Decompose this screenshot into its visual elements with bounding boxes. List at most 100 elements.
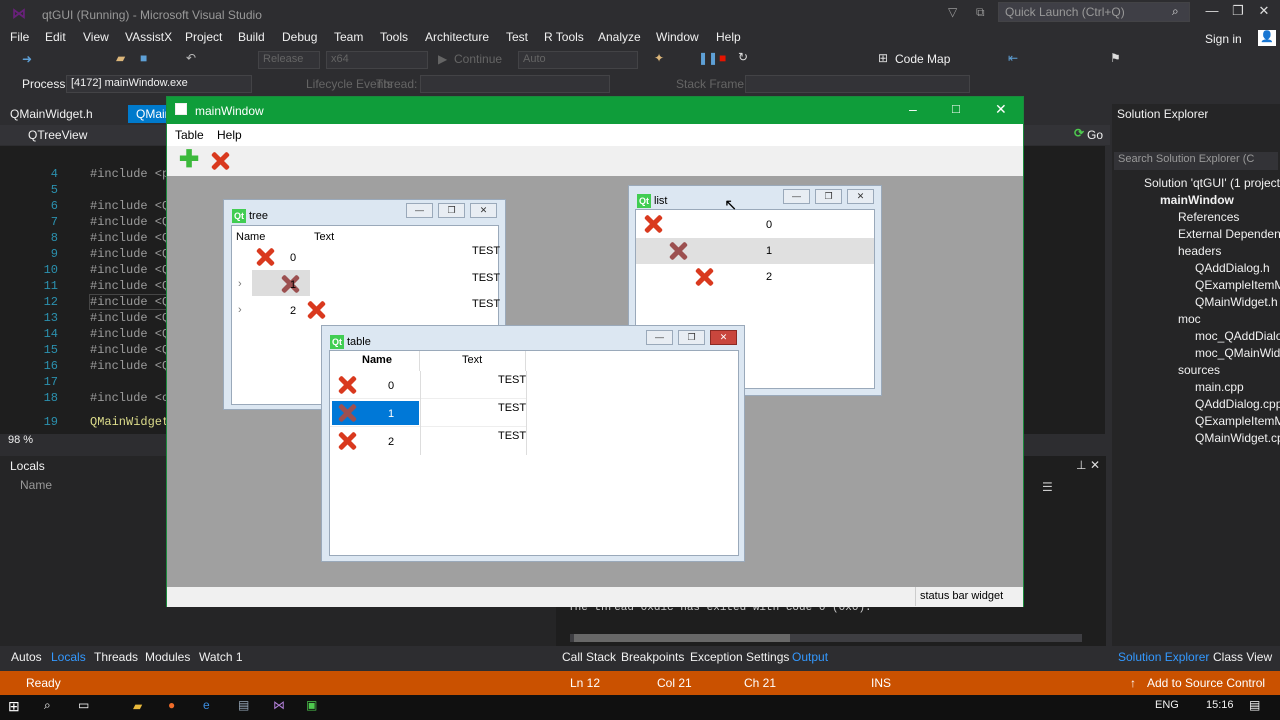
table-cell-name[interactable]: 0 (388, 380, 394, 392)
menu-project[interactable]: Project (185, 30, 222, 44)
task-view-icon[interactable]: ▭ (78, 698, 89, 712)
tree-header-name[interactable]: Name (236, 231, 265, 243)
table-view[interactable]: Name Text 0 TEST 1 TEST 2 TEST (329, 350, 739, 556)
wordwrap-icon[interactable]: ☰ (1042, 480, 1053, 494)
tree-file[interactable]: QMainWidget.cp (1195, 431, 1280, 445)
table-cell-text[interactable]: TEST (498, 402, 526, 414)
align-icon[interactable]: ⇤ (1008, 51, 1018, 65)
continue-icon[interactable]: ▶ (438, 52, 447, 66)
close-icon[interactable]: ✕ (710, 330, 737, 345)
tree-file[interactable]: QExampleItemM (1195, 414, 1280, 428)
menu-edit[interactable]: Edit (45, 30, 66, 44)
close-icon[interactable]: ✕ (847, 189, 874, 204)
menu-build[interactable]: Build (238, 30, 265, 44)
menu-window[interactable]: Window (656, 30, 699, 44)
code-map-icon[interactable]: ⊞ (878, 51, 888, 65)
list-item[interactable]: 2 (766, 271, 772, 283)
notifications-icon[interactable]: ▤ (1249, 698, 1260, 712)
stop-icon[interactable]: ■ (719, 51, 726, 65)
pause-icon[interactable]: ❚❚ (698, 51, 718, 65)
table-row-selected[interactable]: 1 TEST (330, 399, 526, 427)
tree-headers[interactable]: headers (1178, 244, 1221, 258)
tab-solution-explorer[interactable]: Solution Explorer (1118, 650, 1209, 664)
tree-file[interactable]: QExampleItemM (1195, 278, 1280, 292)
menu-test[interactable]: Test (506, 30, 528, 44)
tree-external-deps[interactable]: External Dependencies (1178, 227, 1280, 241)
tab-watch1[interactable]: Watch 1 (199, 650, 243, 664)
tree-sources[interactable]: sources (1178, 363, 1220, 377)
horizontal-scrollbar[interactable] (570, 634, 1082, 642)
tree-file[interactable]: QAddDialog.cpp (1195, 397, 1280, 411)
add-icon[interactable]: ✚ (179, 148, 199, 172)
minimize-icon[interactable]: — (783, 189, 810, 204)
table-cell-name[interactable]: 1 (388, 408, 394, 420)
table-cell-text[interactable]: TEST (498, 374, 526, 386)
tree-moc[interactable]: moc (1178, 312, 1201, 326)
bookmark-icon[interactable]: ⚑ (1110, 51, 1121, 65)
tree-project[interactable]: mainWindow (1160, 193, 1234, 207)
table-row[interactable]: 2 TEST (330, 427, 526, 455)
clock[interactable]: 15:16 (1206, 699, 1234, 711)
edge-icon[interactable]: e (203, 698, 210, 712)
menu-view[interactable]: View (83, 30, 109, 44)
tree-header-text[interactable]: Text (314, 231, 334, 243)
menu-debug[interactable]: Debug (282, 30, 317, 44)
back-icon[interactable]: ➜ (22, 52, 32, 66)
tree-file[interactable]: QAddDialog.h (1195, 261, 1270, 275)
tree-solution[interactable]: Solution 'qtGUI' (1 project) (1144, 176, 1280, 190)
nav-scope-select[interactable]: QTreeView (28, 128, 87, 142)
list-item[interactable]: 0 (766, 219, 772, 231)
minimize-icon[interactable]: — (646, 330, 673, 345)
filter-icon[interactable]: ▽ (948, 5, 957, 19)
tab-locals[interactable]: Locals (51, 650, 86, 664)
stack-frame-select[interactable] (745, 75, 970, 93)
quick-launch-input[interactable]: Quick Launch (Ctrl+Q) (998, 2, 1190, 22)
flame-icon[interactable]: ✦ (654, 51, 664, 65)
qt-menu-table[interactable]: Table (175, 128, 204, 142)
tab-output[interactable]: Output (792, 650, 828, 664)
minimize-button[interactable]: — (1198, 3, 1226, 23)
go-button[interactable]: Go (1087, 128, 1103, 142)
restore-icon[interactable]: ❐ (815, 189, 842, 204)
firefox-icon[interactable]: ● (168, 698, 175, 712)
tab-call-stack[interactable]: Call Stack (562, 650, 616, 664)
file-explorer-icon[interactable]: ▰ (133, 699, 142, 713)
menu-tools[interactable]: Tools (380, 30, 408, 44)
thread-select[interactable] (420, 75, 610, 93)
expand-icon[interactable]: › (238, 304, 242, 316)
qt-maximize-button[interactable]: □ (952, 101, 960, 116)
menu-file[interactable]: File (10, 30, 29, 44)
table-header-name-cell[interactable]: Name (330, 351, 420, 371)
tree-file[interactable]: main.cpp (1195, 380, 1244, 394)
tab-qmainwidget-h[interactable]: QMainWidget.h (2, 105, 101, 123)
menu-help[interactable]: Help (716, 30, 741, 44)
tree-file[interactable]: QMainWidget.h (1195, 295, 1278, 309)
table-row[interactable]: 0 TEST (330, 371, 526, 399)
auto-select[interactable]: Auto (518, 51, 638, 69)
tree-item-name[interactable]: 1 (290, 279, 296, 291)
close-button[interactable]: ✕ (1250, 3, 1278, 23)
qt-close-button[interactable]: ✕ (995, 101, 1007, 118)
menu-vassistx[interactable]: VAssistX (125, 30, 172, 44)
restore-icon[interactable]: ❐ (438, 203, 465, 218)
locals-name-header[interactable]: Name (20, 478, 52, 492)
tab-class-view[interactable]: Class View (1213, 650, 1272, 664)
restart-icon[interactable]: ↻ (738, 50, 748, 64)
process-select[interactable]: [4172] mainWindow.exe (66, 75, 252, 93)
open-folder-icon[interactable]: ▰ (116, 51, 125, 65)
restore-button[interactable]: ❐ (1224, 3, 1252, 23)
visual-studio-icon[interactable]: ⋈ (273, 698, 285, 712)
sign-in-link[interactable]: Sign in (1205, 32, 1242, 46)
language-indicator[interactable]: ENG (1155, 699, 1179, 711)
close-icon[interactable]: ✕ (470, 203, 497, 218)
table-cell-text[interactable]: TEST (498, 430, 526, 442)
subwindow-table[interactable]: Qt table — ❐ ✕ Name Text 0 TEST 1 TEST 2 … (321, 325, 745, 562)
qt-menu-help[interactable]: Help (217, 128, 242, 142)
menu-r-tools[interactable]: R Tools (544, 30, 584, 44)
tab-qmain-active[interactable]: QMain (128, 105, 168, 123)
app-icon[interactable]: ▤ (238, 698, 249, 712)
tab-exception-settings[interactable]: Exception Settings (690, 650, 789, 664)
feedback-icon[interactable]: ⧉ (976, 5, 985, 20)
qt-app-icon[interactable]: ▣ (306, 698, 317, 712)
tree-file[interactable]: moc_QMainWidg (1195, 346, 1280, 360)
